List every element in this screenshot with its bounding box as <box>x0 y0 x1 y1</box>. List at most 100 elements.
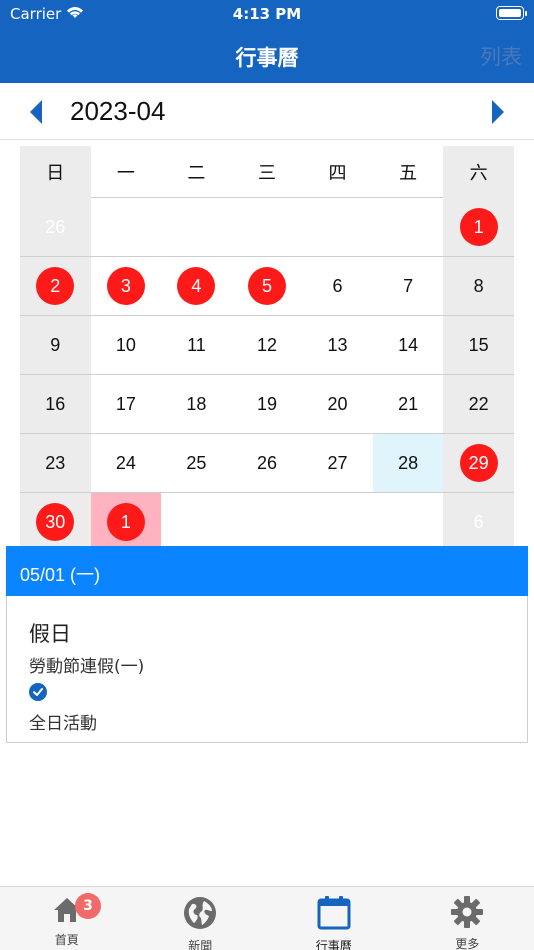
calendar-day[interactable]: 26 <box>20 198 91 256</box>
weekday-header: 一 <box>116 163 135 184</box>
calendar-day[interactable]: 6 <box>443 493 514 551</box>
calendar-day[interactable]: 15 <box>443 316 514 374</box>
calendar-day[interactable]: 21 <box>373 375 444 433</box>
calendar-empty-cell <box>302 198 373 256</box>
day-number: 22 <box>468 393 489 414</box>
day-number: 12 <box>256 334 277 355</box>
day-number: 10 <box>115 334 136 355</box>
day-number: 19 <box>256 393 277 414</box>
globe-icon <box>182 895 218 935</box>
event-day-number: 5 <box>247 267 286 305</box>
day-number: 8 <box>473 275 484 296</box>
day-number: 7 <box>403 275 414 296</box>
calendar-empty-cell <box>161 493 232 551</box>
day-number: 25 <box>186 452 207 473</box>
calendar-day[interactable]: 14 <box>373 316 444 374</box>
calendar-empty-cell <box>232 198 303 256</box>
event-day-number: 3 <box>106 267 145 305</box>
chevron-right-icon[interactable] <box>482 97 512 127</box>
calendar-day[interactable]: 9 <box>20 316 91 374</box>
calendar-empty-cell <box>373 493 444 551</box>
calendar-day[interactable]: 20 <box>302 375 373 433</box>
weekday-header: 四 <box>328 163 347 184</box>
day-number: 21 <box>398 393 419 414</box>
check-circle-icon <box>29 683 47 701</box>
weekday-header: 二 <box>187 163 206 184</box>
calendar-day[interactable]: 26 <box>232 434 303 492</box>
weekday-header-row: 日一二三四五六 <box>20 146 514 198</box>
calendar-weeks: 26 1 2 3 4 5 6 7 8 9 10 11 12 13 14 15 16 17 18 19 20 21 22 23 2… <box>20 198 514 552</box>
tab-bar: 3 首頁 新聞 行事曆 更多 <box>0 886 534 950</box>
day-number: 27 <box>327 452 348 473</box>
calendar-day[interactable]: 27 <box>302 434 373 492</box>
day-number: 14 <box>398 334 419 355</box>
calendar-day[interactable]: 12 <box>232 316 303 374</box>
tab-calendar[interactable]: 行事曆 <box>267 887 401 950</box>
tab-home[interactable]: 3 首頁 <box>0 887 134 950</box>
calendar-day[interactable]: 13 <box>302 316 373 374</box>
day-number: 20 <box>327 393 348 414</box>
weekday-header: 六 <box>443 146 514 198</box>
calendar-day[interactable]: 22 <box>443 375 514 433</box>
status-time: 4:13 PM <box>232 5 302 23</box>
weekday-header: 日 <box>20 146 91 198</box>
day-number: 11 <box>187 334 206 355</box>
list-view-button[interactable]: 列表 <box>480 41 522 71</box>
tab-home-label: 首頁 <box>54 933 79 947</box>
tab-calendar-label: 行事曆 <box>315 939 352 950</box>
day-number: 24 <box>115 452 136 473</box>
calendar-day[interactable]: 1 <box>90 493 162 551</box>
tab-more-label: 更多 <box>455 937 480 950</box>
calendar-day[interactable]: 17 <box>91 375 162 433</box>
calendar-day[interactable]: 16 <box>20 375 91 433</box>
calendar-day[interactable]: 28 <box>372 434 444 492</box>
event-day-number: 1 <box>459 208 498 246</box>
day-number: 26 <box>45 216 66 237</box>
event-day-number: 2 <box>36 267 75 305</box>
calendar-day[interactable]: 25 <box>161 434 232 492</box>
calendar-day[interactable]: 5 <box>232 257 303 315</box>
chevron-left-icon[interactable] <box>22 97 52 127</box>
calendar-week-row: 30 1 6 <box>20 493 514 552</box>
tab-news-label: 新聞 <box>188 939 213 950</box>
status-bar: Carrier 4:13 PM <box>0 0 534 28</box>
calendar-week-row: 16 17 18 19 20 21 22 <box>20 375 514 434</box>
calendar-day[interactable]: 11 <box>161 316 232 374</box>
calendar-day[interactable]: 4 <box>161 257 232 315</box>
calendar-day[interactable]: 8 <box>443 257 514 315</box>
calendar-day[interactable]: 24 <box>91 434 162 492</box>
day-number: 26 <box>256 452 277 473</box>
calendar-day[interactable]: 19 <box>232 375 303 433</box>
event-detail-card[interactable]: 假日 勞動節連假(一) 全日活動 <box>6 596 528 743</box>
gear-icon <box>450 895 484 933</box>
event-day-number: 4 <box>177 267 216 305</box>
tab-more[interactable]: 更多 <box>401 887 534 950</box>
day-number: 28 <box>398 452 419 473</box>
day-number: 18 <box>186 393 207 414</box>
calendar-day[interactable]: 2 <box>20 257 91 315</box>
day-number: 13 <box>327 334 348 355</box>
calendar-day[interactable]: 23 <box>20 434 91 492</box>
day-number: 23 <box>45 452 66 473</box>
calendar-day[interactable]: 6 <box>302 257 373 315</box>
calendar-grid: 日一二三四五六 26 1 2 3 4 5 6 7 8 9 10 11 12 13 14 15 16 17 18 19 2… <box>20 146 514 552</box>
day-number: 6 <box>332 275 343 296</box>
calendar-day[interactable]: 30 <box>20 493 91 551</box>
all-day-label: 全日活動 <box>29 714 97 734</box>
calendar-day[interactable]: 18 <box>161 375 232 433</box>
tab-news[interactable]: 新聞 <box>134 887 268 950</box>
calendar-empty-cell <box>302 493 373 551</box>
calendar-day[interactable]: 10 <box>91 316 162 374</box>
calendar-day[interactable]: 1 <box>443 198 514 256</box>
event-day-number: 30 <box>36 503 75 541</box>
selected-date-header: 05/01 (一) <box>6 546 528 596</box>
calendar-day[interactable]: 7 <box>373 257 444 315</box>
calendar-week-row: 26 1 <box>20 198 514 257</box>
calendar-week-row: 2345 6 7 8 <box>20 257 514 316</box>
calendar-week-row: 23 24 25 26 27 28 29 <box>20 434 514 493</box>
calendar-empty-cell <box>161 198 232 256</box>
calendar-day[interactable]: 3 <box>91 257 162 315</box>
calendar-day[interactable]: 29 <box>443 434 514 492</box>
battery-icon <box>496 6 527 20</box>
home-badge: 3 <box>75 893 101 919</box>
